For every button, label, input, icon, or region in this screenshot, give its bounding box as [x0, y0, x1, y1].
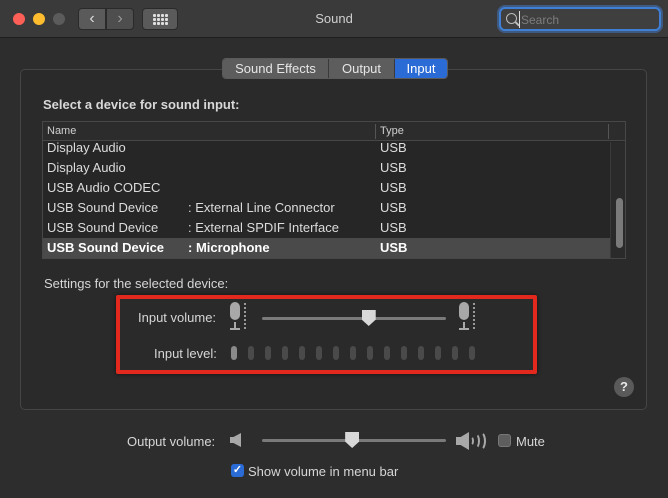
input-level-segment — [333, 346, 339, 360]
scrollbar-thumb[interactable] — [616, 198, 623, 248]
search-field[interactable] — [499, 7, 661, 31]
device-name: USB Sound Device — [47, 200, 159, 215]
output-volume-thumb[interactable] — [345, 432, 360, 448]
device-port: : External Line Connector — [188, 200, 335, 215]
input-level-label: Input level: — [154, 346, 217, 361]
input-level-segment — [418, 346, 424, 360]
search-input[interactable] — [519, 11, 655, 28]
device-name: USB Sound Device — [47, 220, 159, 235]
column-header-type[interactable]: Type — [380, 125, 404, 137]
table-row-selected[interactable]: USB Sound Device : Microphone USB — [43, 238, 625, 258]
device-type: USB — [380, 140, 407, 155]
table-row[interactable]: USB Sound Device : External Line Connect… — [43, 198, 625, 218]
input-level-segment — [248, 346, 254, 360]
input-level-segment — [367, 346, 373, 360]
device-type: USB — [380, 220, 407, 235]
show-in-menu-label: Show volume in menu bar — [248, 464, 399, 479]
device-table[interactable]: Name Type Display Audio USB Display Audi… — [42, 121, 626, 259]
table-scrollbar[interactable] — [610, 142, 625, 258]
input-level-segment — [469, 346, 475, 360]
device-port: : Microphone — [188, 240, 270, 255]
tab-output[interactable]: Output — [329, 59, 395, 78]
device-type: USB — [380, 240, 408, 255]
device-name: USB Audio CODEC — [47, 180, 161, 195]
input-level-segment — [231, 346, 237, 360]
microphone-high-icon — [457, 302, 475, 330]
settings-label: Settings for the selected device: — [44, 276, 229, 291]
output-volume-label: Output volume: — [127, 434, 216, 449]
input-level-segment — [265, 346, 271, 360]
column-divider — [608, 124, 609, 139]
table-row[interactable]: USB Audio CODEC USB — [43, 178, 625, 198]
mute-checkbox[interactable] — [498, 434, 511, 447]
microphone-low-icon — [228, 302, 246, 330]
device-type: USB — [380, 160, 407, 175]
device-type: USB — [380, 180, 407, 195]
input-level-segment — [282, 346, 288, 360]
search-icon — [506, 13, 517, 24]
table-row[interactable]: Display Audio USB — [43, 158, 625, 178]
column-header-name[interactable]: Name — [47, 125, 76, 137]
input-volume-slider[interactable] — [262, 317, 446, 320]
mute-label: Mute — [516, 434, 545, 449]
show-in-menu-checkbox[interactable]: ✓ — [231, 464, 244, 477]
input-level-segment — [452, 346, 458, 360]
speaker-high-icon — [456, 431, 490, 451]
input-level-segment — [316, 346, 322, 360]
input-level-segment — [401, 346, 407, 360]
device-name: USB Sound Device — [47, 240, 165, 255]
device-type: USB — [380, 200, 407, 215]
table-row[interactable]: USB Sound Device : External SPDIF Interf… — [43, 218, 625, 238]
column-divider — [375, 124, 376, 139]
speaker-low-icon — [230, 433, 244, 447]
title-bar: ‹ › Sound — [0, 0, 668, 38]
tab-bar: Sound Effects Output Input — [222, 58, 448, 79]
table-row[interactable]: Display Audio USB — [43, 138, 625, 158]
input-level-segment — [299, 346, 305, 360]
input-level-segment — [384, 346, 390, 360]
device-section-title: Select a device for sound input: — [43, 97, 240, 112]
input-level-segment — [350, 346, 356, 360]
input-volume-label: Input volume: — [138, 310, 217, 325]
tab-input[interactable]: Input — [395, 59, 447, 78]
tab-sound-effects[interactable]: Sound Effects — [223, 59, 329, 78]
device-name: Display Audio — [47, 140, 126, 155]
help-button[interactable]: ? — [614, 377, 634, 397]
device-name: Display Audio — [47, 160, 126, 175]
input-level-segment — [435, 346, 441, 360]
device-port: : External SPDIF Interface — [188, 220, 340, 235]
checkmark-icon: ✓ — [232, 464, 243, 476]
